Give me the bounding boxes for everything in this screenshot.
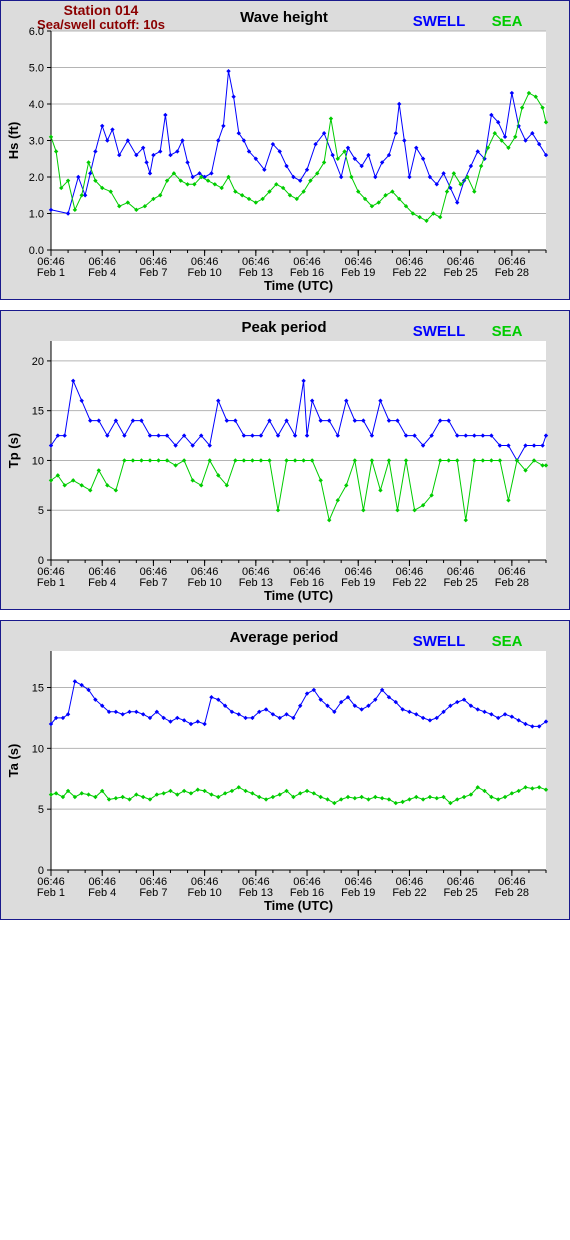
x-tick-date-label: Feb 7 bbox=[139, 577, 167, 589]
x-tick-date-label: Feb 28 bbox=[495, 887, 529, 899]
x-tick-date-label: Feb 10 bbox=[187, 887, 221, 899]
x-tick-date-label: Feb 4 bbox=[88, 887, 116, 899]
y-tick-label: 6.0 bbox=[29, 26, 44, 38]
average-period-chart: 05101506:46Feb 106:46Feb 406:46Feb 706:4… bbox=[6, 629, 549, 913]
wave-height-panel: Station 014 Sea/swell cutoff: 10s 0.0 1.0… bbox=[0, 0, 570, 300]
x-tick-date-label: Feb 1 bbox=[37, 577, 65, 589]
y-tick-label: 3.0 bbox=[29, 136, 44, 148]
y-axis-label: Hs (ft) bbox=[6, 122, 21, 160]
plot-area bbox=[51, 341, 546, 560]
x-tick-date-label: Feb 22 bbox=[392, 577, 426, 589]
y-tick-label: 5 bbox=[38, 804, 44, 816]
y-axis-label: Ta (s) bbox=[6, 744, 21, 778]
x-tick-date-label: Feb 25 bbox=[444, 887, 478, 899]
legend-swell: SWELL bbox=[413, 633, 466, 650]
x-tick-date-label: Feb 22 bbox=[392, 267, 426, 279]
average-period-panel: 0 5 10 15 06:46 Feb 1 06:46 Feb 4 06:46 Feb 7 06:4… bbox=[0, 620, 570, 920]
legend-swell: SWELL bbox=[413, 323, 466, 340]
x-axis-label: Time (UTC) bbox=[264, 278, 333, 293]
y-tick-label: 5 bbox=[38, 505, 44, 517]
peak-period-panel: 0 5 10 15 20 06:46 Feb 1 06:46 Feb 4 06:46 Feb 7 06… bbox=[0, 310, 570, 610]
x-tick-date-label: Feb 1 bbox=[37, 887, 65, 899]
x-tick-date-label: Feb 19 bbox=[341, 267, 375, 279]
legend-sea: SEA bbox=[492, 13, 523, 30]
chart-title: Peak period bbox=[241, 319, 326, 336]
x-tick-date-label: Feb 1 bbox=[37, 267, 65, 279]
x-tick-date-label: Feb 25 bbox=[444, 577, 478, 589]
wave-height-chart: 0.01.02.03.04.05.06.006:46Feb 106:46Feb … bbox=[6, 9, 549, 293]
x-tick-date-label: Feb 7 bbox=[139, 887, 167, 899]
x-tick-date-label: Feb 4 bbox=[88, 577, 116, 589]
x-tick-date-label: Feb 25 bbox=[444, 267, 478, 279]
x-tick-date-label: Feb 19 bbox=[341, 577, 375, 589]
x-tick-date-label: Feb 7 bbox=[139, 267, 167, 279]
y-tick-label: 15 bbox=[32, 683, 44, 695]
chart-title: Wave height bbox=[240, 9, 328, 26]
y-tick-label: 20 bbox=[32, 356, 44, 368]
x-tick-date-label: Feb 22 bbox=[392, 887, 426, 899]
legend-sea: SEA bbox=[492, 633, 523, 650]
y-tick-label: 15 bbox=[32, 406, 44, 418]
peak-period-chart: 0510152006:46Feb 106:46Feb 406:46Feb 706… bbox=[6, 319, 549, 603]
x-tick-date-label: Feb 28 bbox=[495, 577, 529, 589]
y-axis-label: Tp (s) bbox=[6, 433, 21, 468]
x-axis-label: Time (UTC) bbox=[264, 588, 333, 603]
x-tick-date-label: Feb 10 bbox=[187, 267, 221, 279]
legend-swell: SWELL bbox=[413, 13, 466, 30]
x-axis-label: Time (UTC) bbox=[264, 898, 333, 913]
plot-area bbox=[51, 651, 546, 870]
y-tick-label: 10 bbox=[32, 455, 44, 467]
y-tick-label: 10 bbox=[32, 743, 44, 755]
legend-sea: SEA bbox=[492, 323, 523, 340]
y-tick-label: 1.0 bbox=[29, 209, 44, 221]
x-tick-date-label: Feb 10 bbox=[187, 577, 221, 589]
y-tick-label: 2.0 bbox=[29, 172, 44, 184]
x-tick-date-label: Feb 19 bbox=[341, 887, 375, 899]
x-tick-date-label: Feb 28 bbox=[495, 267, 529, 279]
chart-title: Average period bbox=[230, 629, 339, 646]
x-tick-date-label: Feb 4 bbox=[88, 267, 116, 279]
y-tick-label: 4.0 bbox=[29, 99, 44, 111]
y-tick-label: 5.0 bbox=[29, 63, 44, 75]
